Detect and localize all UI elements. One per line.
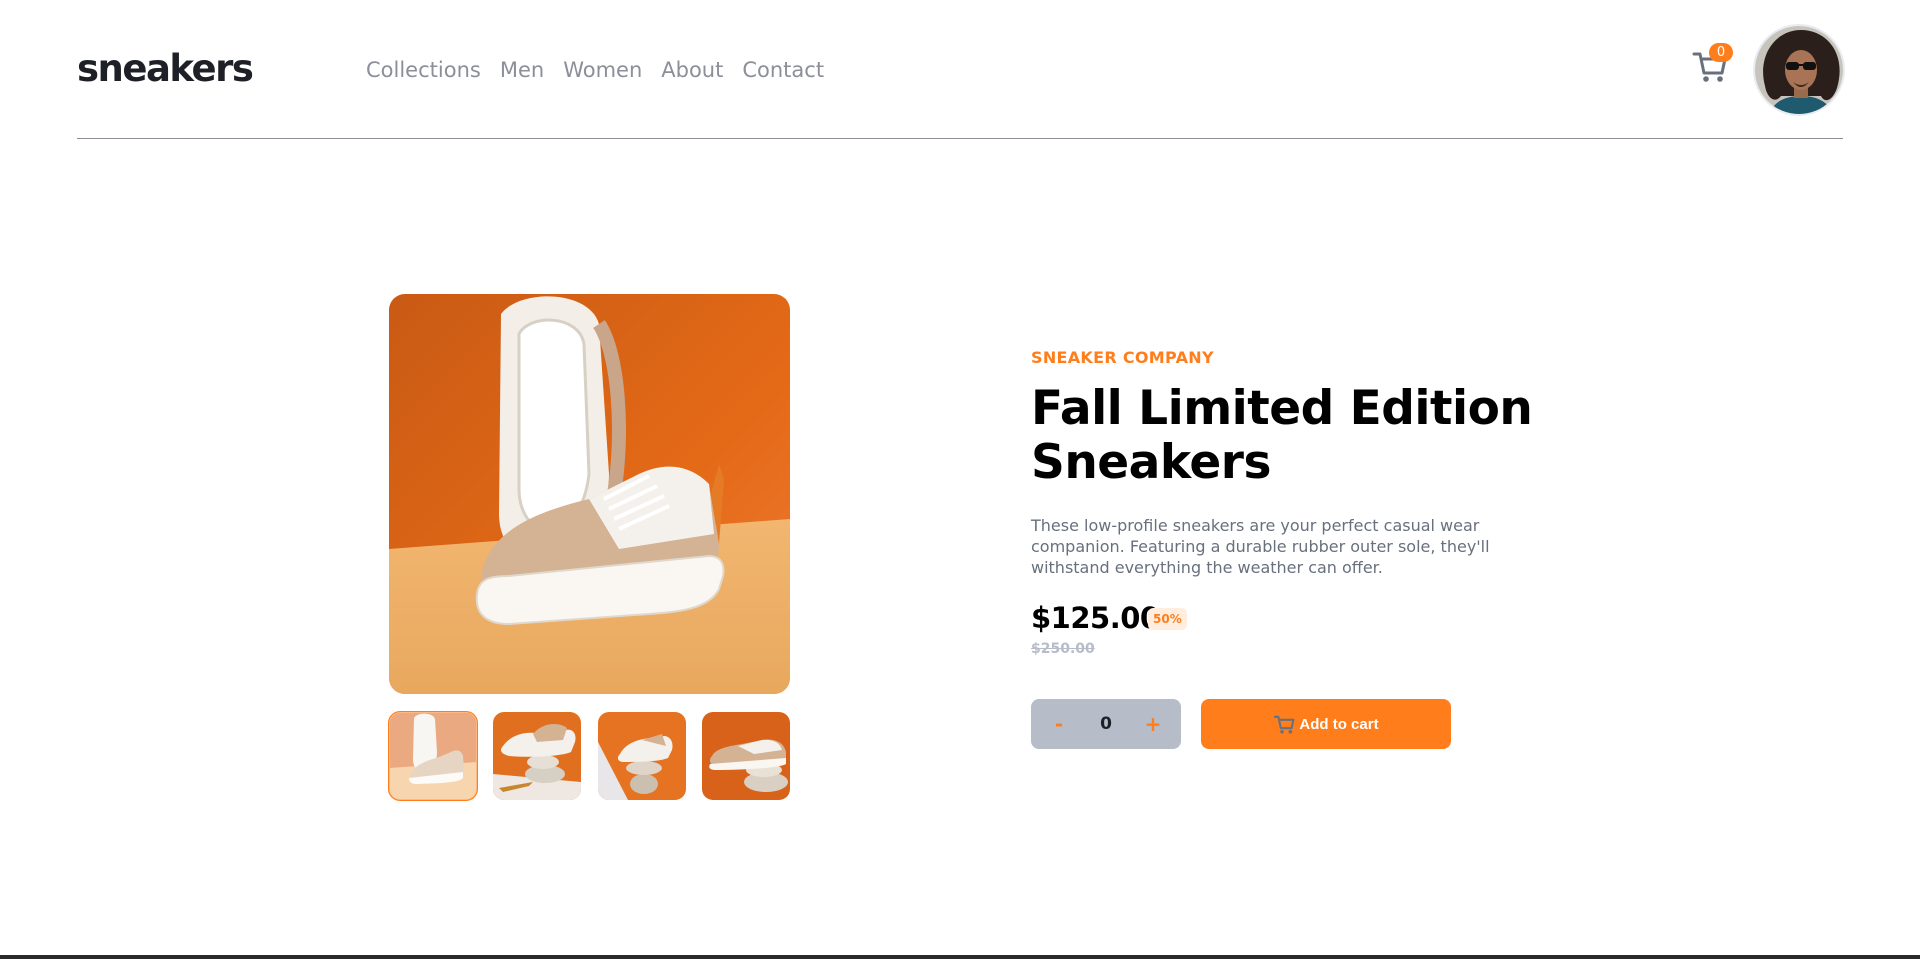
decrease-quantity-button[interactable]: - bbox=[1049, 712, 1069, 736]
bottom-bar bbox=[0, 955, 1920, 959]
thumbnail-strip bbox=[388, 711, 790, 801]
nav-contact[interactable]: Contact bbox=[742, 56, 824, 84]
site-logo[interactable]: sneakers bbox=[77, 46, 254, 92]
thumbnail-4[interactable] bbox=[701, 712, 790, 800]
product-main-image[interactable] bbox=[389, 294, 790, 694]
discount-badge: 50% bbox=[1148, 608, 1187, 630]
current-price: $125.00 bbox=[1031, 601, 1160, 635]
user-avatar[interactable] bbox=[1753, 24, 1845, 116]
cart-icon bbox=[1274, 715, 1295, 734]
quantity-stepper: - 0 + bbox=[1031, 699, 1181, 749]
product-description: These low-profile sneakers are your perf… bbox=[1031, 516, 1490, 577]
cart-count-badge: 0 bbox=[1709, 43, 1733, 62]
company-name: SNEAKER COMPANY bbox=[1031, 348, 1214, 367]
nav-collections[interactable]: Collections bbox=[366, 56, 481, 84]
increase-quantity-button[interactable]: + bbox=[1143, 712, 1163, 736]
original-price: $250.00 bbox=[1031, 641, 1095, 657]
site-header: sneakers Collections Men Women About Con… bbox=[77, 0, 1845, 139]
thumbnail-1[interactable] bbox=[388, 711, 478, 801]
quantity-value: 0 bbox=[1100, 714, 1112, 734]
add-to-cart-button[interactable]: Add to cart bbox=[1201, 699, 1451, 749]
nav-about[interactable]: About bbox=[661, 56, 723, 84]
thumbnail-3[interactable] bbox=[597, 712, 686, 800]
nav-men[interactable]: Men bbox=[500, 56, 544, 84]
nav-women[interactable]: Women bbox=[563, 56, 642, 84]
main-nav: Collections Men Women About Contact bbox=[366, 56, 824, 84]
product-title: Fall Limited Edition Sneakers bbox=[1031, 381, 1533, 490]
thumbnail-2[interactable] bbox=[493, 712, 582, 800]
add-to-cart-label: Add to cart bbox=[1299, 715, 1379, 733]
